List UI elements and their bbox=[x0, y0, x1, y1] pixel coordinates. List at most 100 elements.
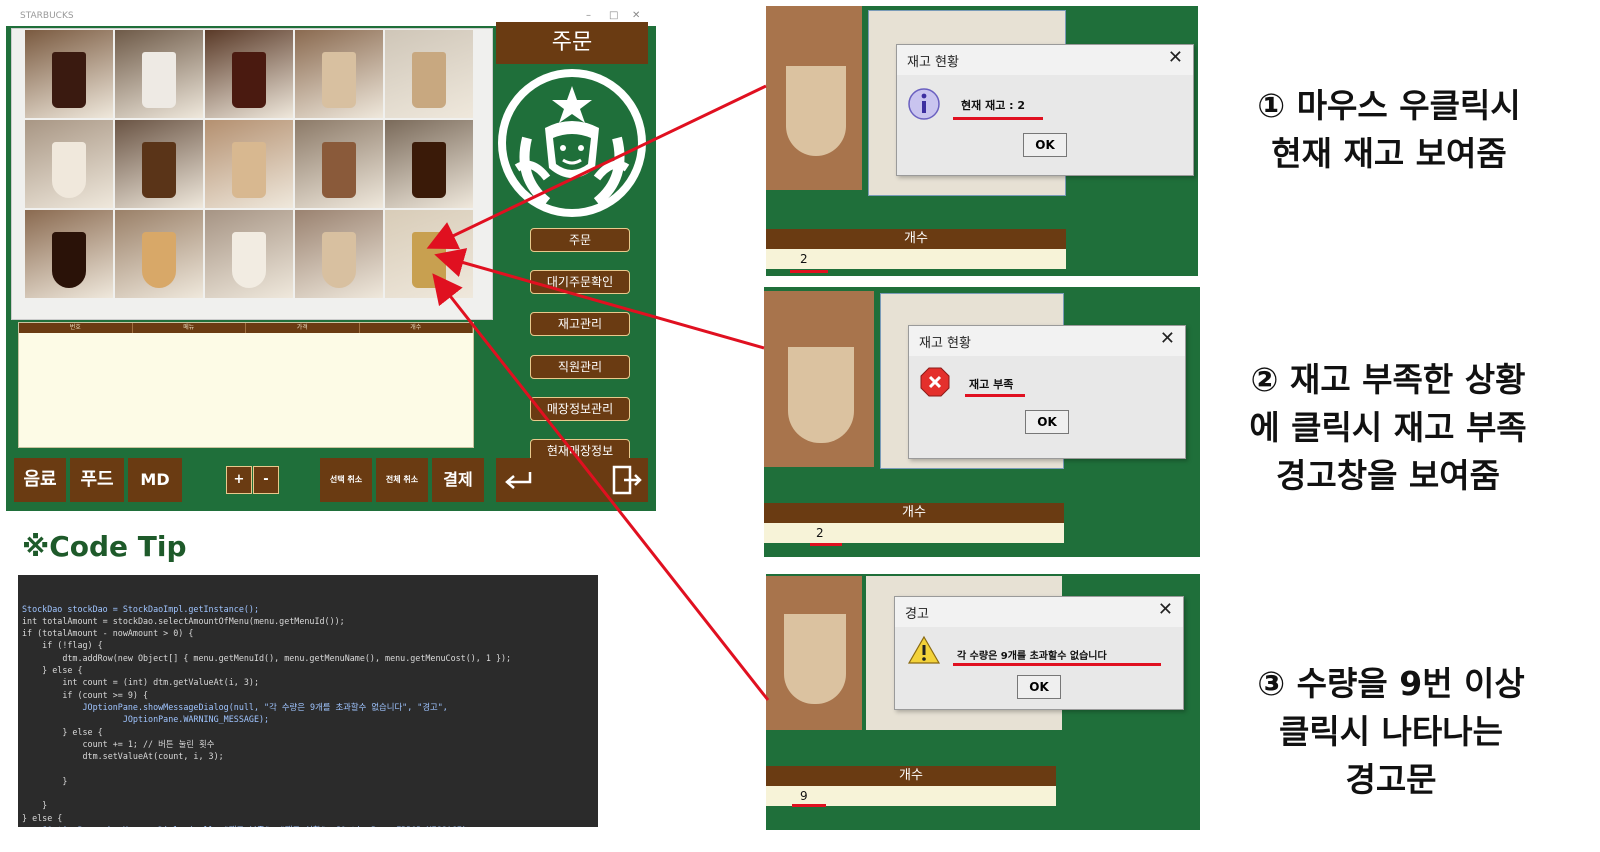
code-line: StockDao stockDao = StockDaoImpl.getInst… bbox=[22, 603, 259, 614]
latte-cup-icon bbox=[784, 614, 846, 704]
menu-item-flat-white[interactable] bbox=[205, 210, 293, 298]
screenshot-quantity-warning: 개수 9 경고 ✕ 각 수량은 9개를 초과할수 없습니다 OK bbox=[766, 574, 1200, 830]
minimize-icon[interactable]: – bbox=[586, 10, 591, 21]
highlight-underline bbox=[810, 543, 842, 546]
screenshot-stock-info: 개수 2 재고 현황 ✕ 현재 재고 : 2 OK bbox=[766, 6, 1198, 276]
order-title: 주문 bbox=[496, 22, 648, 64]
menu-item-caramel-macchiato[interactable] bbox=[115, 210, 203, 298]
dialog-title: 재고 현황 bbox=[919, 336, 971, 351]
store-info-management-button[interactable]: 매장정보관리 bbox=[530, 397, 630, 421]
column-header: 번호 bbox=[19, 323, 133, 333]
column-header: 개수 bbox=[360, 323, 473, 333]
drink-cup-icon bbox=[232, 232, 266, 288]
highlight-underline bbox=[953, 117, 1043, 120]
note-stock-shortage: ② 재고 부족한 상황 에 클릭시 재고 부족 경고창을 보여줌 bbox=[1249, 360, 1527, 495]
dialog-message: 재고 부족 bbox=[969, 378, 1014, 391]
order-button[interactable]: 주문 bbox=[530, 228, 630, 252]
code-line: count += 1; // 버튼 눌린 횟수 bbox=[22, 738, 215, 749]
close-icon[interactable]: ✕ bbox=[1158, 599, 1173, 620]
menu-item-latte-mug[interactable] bbox=[295, 210, 383, 298]
menu-item-caramel-latte[interactable] bbox=[205, 120, 293, 208]
drink-cup-icon bbox=[52, 142, 86, 198]
drink-cup-icon bbox=[412, 232, 446, 288]
count-cell: 9 bbox=[766, 786, 1056, 806]
code-line: } bbox=[22, 800, 48, 811]
back-arrow-icon[interactable] bbox=[502, 468, 534, 494]
code-line: JOptionPane.showMessageDialog(null, "각 수… bbox=[22, 701, 448, 712]
dialog-message: 각 수량은 9개를 초과할수 없습니다 bbox=[957, 651, 1107, 662]
menu-item-americano-cup[interactable] bbox=[25, 210, 113, 298]
menu-item-iced-latte[interactable] bbox=[295, 30, 383, 118]
cancel-selected-button[interactable]: 선택 취소 bbox=[320, 458, 372, 502]
maximize-icon[interactable]: □ bbox=[609, 10, 618, 21]
code-line: } else { bbox=[22, 812, 63, 823]
stock-info-dialog: 재고 현황 ✕ 현재 재고 : 2 OK bbox=[896, 44, 1194, 176]
latte-cup-icon bbox=[788, 347, 854, 443]
dialog-message: 현재 재고 : 2 bbox=[961, 99, 1026, 112]
menu-item-gift-bottle[interactable] bbox=[385, 210, 473, 298]
menu-item-cold-brew[interactable] bbox=[25, 30, 113, 118]
code-line: if (!flag) { bbox=[22, 640, 103, 651]
code-line: dtm.setValueAt(count, i, 3); bbox=[22, 751, 224, 762]
drink-cup-icon bbox=[322, 232, 356, 288]
menu-item-iced-americano[interactable] bbox=[205, 30, 293, 118]
drink-cup-icon bbox=[322, 52, 356, 108]
code-line: int count = (int) dtm.getValueAt(i, 3); bbox=[22, 677, 259, 688]
stock-management-button[interactable]: 재고관리 bbox=[530, 312, 630, 336]
dialog-body bbox=[897, 75, 1193, 175]
drink-category-button[interactable]: 음료 bbox=[14, 458, 66, 502]
starbucks-logo-icon bbox=[498, 69, 646, 217]
close-icon[interactable]: ✕ bbox=[1160, 328, 1175, 349]
close-icon[interactable]: ✕ bbox=[632, 10, 640, 21]
window-title: STARBUCKS bbox=[20, 11, 74, 21]
ok-button[interactable]: OK bbox=[1023, 133, 1067, 157]
drink-cup-icon bbox=[412, 142, 446, 198]
highlight-underline bbox=[792, 804, 826, 807]
code-line: } else { bbox=[22, 665, 83, 676]
drink-cup-icon bbox=[142, 232, 176, 288]
menu-item-iced-caramel-latte[interactable] bbox=[385, 30, 473, 118]
menu-item-mocha-frappuccino[interactable] bbox=[295, 120, 383, 208]
drink-cup-icon bbox=[232, 142, 266, 198]
menu-item-vanilla-frappuccino[interactable] bbox=[115, 30, 203, 118]
code-line: JOptionPane.WARNING_MESSAGE); bbox=[22, 714, 270, 725]
count-column-header: 개수 bbox=[766, 229, 1066, 249]
staff-management-button[interactable]: 직원관리 bbox=[530, 355, 630, 379]
code-line: if (totalAmount - nowAmount > 0) { bbox=[22, 628, 194, 639]
food-category-button[interactable]: 푸드 bbox=[70, 458, 124, 502]
code-line: if (count >= 9) { bbox=[22, 689, 149, 700]
close-icon[interactable]: ✕ bbox=[1168, 47, 1183, 68]
md-category-button[interactable]: MD bbox=[128, 458, 182, 502]
pay-button[interactable]: 결제 bbox=[432, 458, 484, 502]
note-quantity-warning: ③ 수량을 9번 이상 클릭시 나타나는 경고문 bbox=[1257, 664, 1525, 799]
pending-orders-button[interactable]: 대기주문확인 bbox=[530, 270, 630, 294]
cancel-all-button[interactable]: 전체 취소 bbox=[376, 458, 428, 502]
drink-cup-icon bbox=[322, 142, 356, 198]
highlight-underline bbox=[790, 270, 828, 273]
quantity-warning-dialog: 경고 ✕ 각 수량은 9개를 초과할수 없습니다 OK bbox=[894, 596, 1184, 710]
exit-door-icon[interactable] bbox=[610, 464, 642, 496]
code-tip-title: ※Code Tip bbox=[22, 530, 187, 563]
error-icon bbox=[920, 367, 950, 397]
ok-button[interactable]: OK bbox=[1017, 675, 1061, 699]
code-line: JOptionPane.showMessageDialog(null, "재고 … bbox=[22, 824, 594, 827]
dialog-title: 경고 bbox=[905, 607, 929, 622]
code-line: dtm.addRow(new Object[] { menu.getMenuId… bbox=[22, 652, 512, 663]
info-icon bbox=[908, 88, 940, 120]
menu-item-cappuccino-mug[interactable] bbox=[25, 120, 113, 208]
ok-button[interactable]: OK bbox=[1025, 410, 1069, 434]
column-header: 가격 bbox=[246, 323, 360, 333]
menu-item-coffee-jar[interactable] bbox=[385, 120, 473, 208]
drink-cup-icon bbox=[52, 52, 86, 108]
code-line: int totalAmount = stockDao.selectAmountO… bbox=[22, 615, 345, 626]
code-line: } else { bbox=[22, 726, 103, 737]
highlight-underline bbox=[953, 663, 1161, 666]
menu-item-affogato[interactable] bbox=[115, 120, 203, 208]
drink-cup-icon bbox=[52, 232, 86, 288]
minus-button[interactable]: - bbox=[253, 466, 279, 494]
order-table[interactable]: 번호 메뉴 가격 개수 bbox=[18, 322, 474, 448]
stock-shortage-dialog: 재고 현황 ✕ 재고 부족 OK bbox=[908, 325, 1186, 459]
warning-icon bbox=[907, 635, 941, 664]
code-line: } bbox=[22, 775, 68, 786]
plus-button[interactable]: + bbox=[226, 466, 252, 494]
